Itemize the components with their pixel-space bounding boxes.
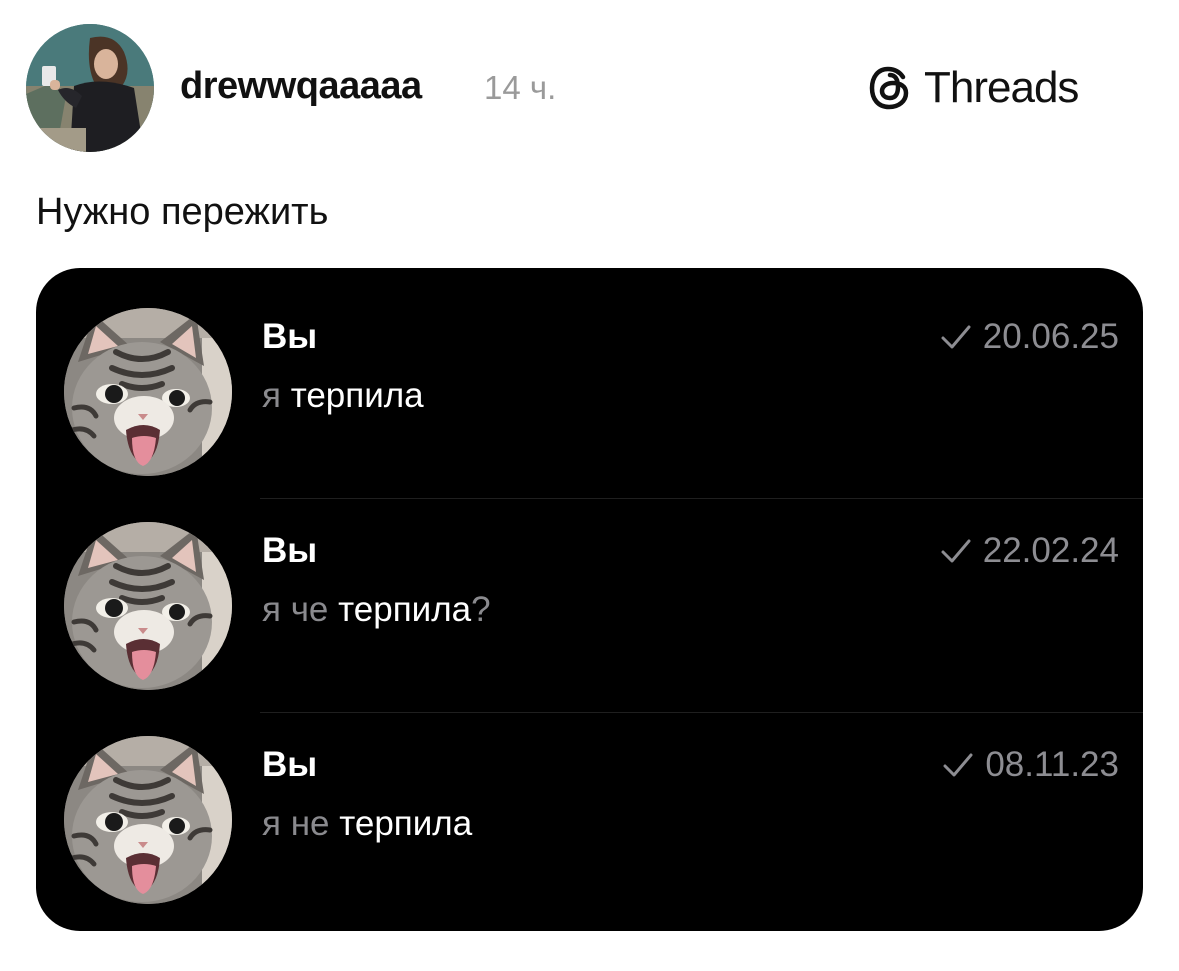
chat-row[interactable]: Вы я не терпила 08.11.23 xyxy=(36,716,1143,930)
message-date: 22.02.24 xyxy=(982,531,1119,570)
author-photo xyxy=(26,24,154,152)
message-date: 20.06.25 xyxy=(982,317,1119,356)
cat-avatar xyxy=(64,736,232,904)
threads-logo-icon xyxy=(869,66,909,110)
chat-row[interactable]: Вы я че терпила? 22.02.24 xyxy=(36,502,1143,716)
message-status: 08.11.23 xyxy=(941,744,1119,786)
row-divider xyxy=(260,712,1143,713)
cat-photo xyxy=(64,736,232,904)
cat-avatar xyxy=(64,522,232,690)
single-check-icon xyxy=(941,539,971,563)
post-text: Нужно пережить xyxy=(36,191,329,233)
threads-post: drewwqaaaaa 14 ч. Threads Нужно пережить… xyxy=(0,0,1179,971)
message-preview: я че терпила? xyxy=(262,588,491,632)
cat-photo xyxy=(64,522,232,690)
sender-name: Вы xyxy=(262,317,318,356)
cat-photo xyxy=(64,308,232,476)
message-preview: я не терпила xyxy=(262,802,472,846)
cat-avatar xyxy=(64,308,232,476)
message-status: 20.06.25 xyxy=(939,316,1119,358)
message-prefix: я xyxy=(262,590,281,629)
message-mid: че xyxy=(290,590,329,629)
message-punct: ? xyxy=(471,590,491,629)
brand-label: Threads xyxy=(924,63,1079,112)
sender-name: Вы xyxy=(262,745,318,784)
post-timestamp: 14 ч. xyxy=(484,69,557,106)
message-date: 08.11.23 xyxy=(985,745,1119,784)
author-username[interactable]: drewwqaaaaa xyxy=(180,64,422,108)
sender-name: Вы xyxy=(262,531,318,570)
single-check-icon xyxy=(943,753,973,777)
message-main: терпила xyxy=(339,804,473,843)
chat-row[interactable]: Вы я терпила 20.06.25 xyxy=(36,288,1143,502)
row-divider xyxy=(260,498,1143,499)
threads-brand: Threads xyxy=(866,62,1079,114)
message-mid: не xyxy=(290,804,330,843)
chat-screenshot: Вы я терпила 20.06.25 Вы я че терпила? 2… xyxy=(36,268,1143,931)
single-check-icon xyxy=(941,325,971,349)
message-status: 22.02.24 xyxy=(939,530,1119,572)
message-preview: я терпила xyxy=(262,374,424,418)
message-prefix: я xyxy=(262,376,281,415)
author-avatar[interactable] xyxy=(26,24,154,152)
message-main: терпила xyxy=(290,376,424,415)
message-prefix: я xyxy=(262,804,281,843)
message-main: терпила xyxy=(338,590,472,629)
